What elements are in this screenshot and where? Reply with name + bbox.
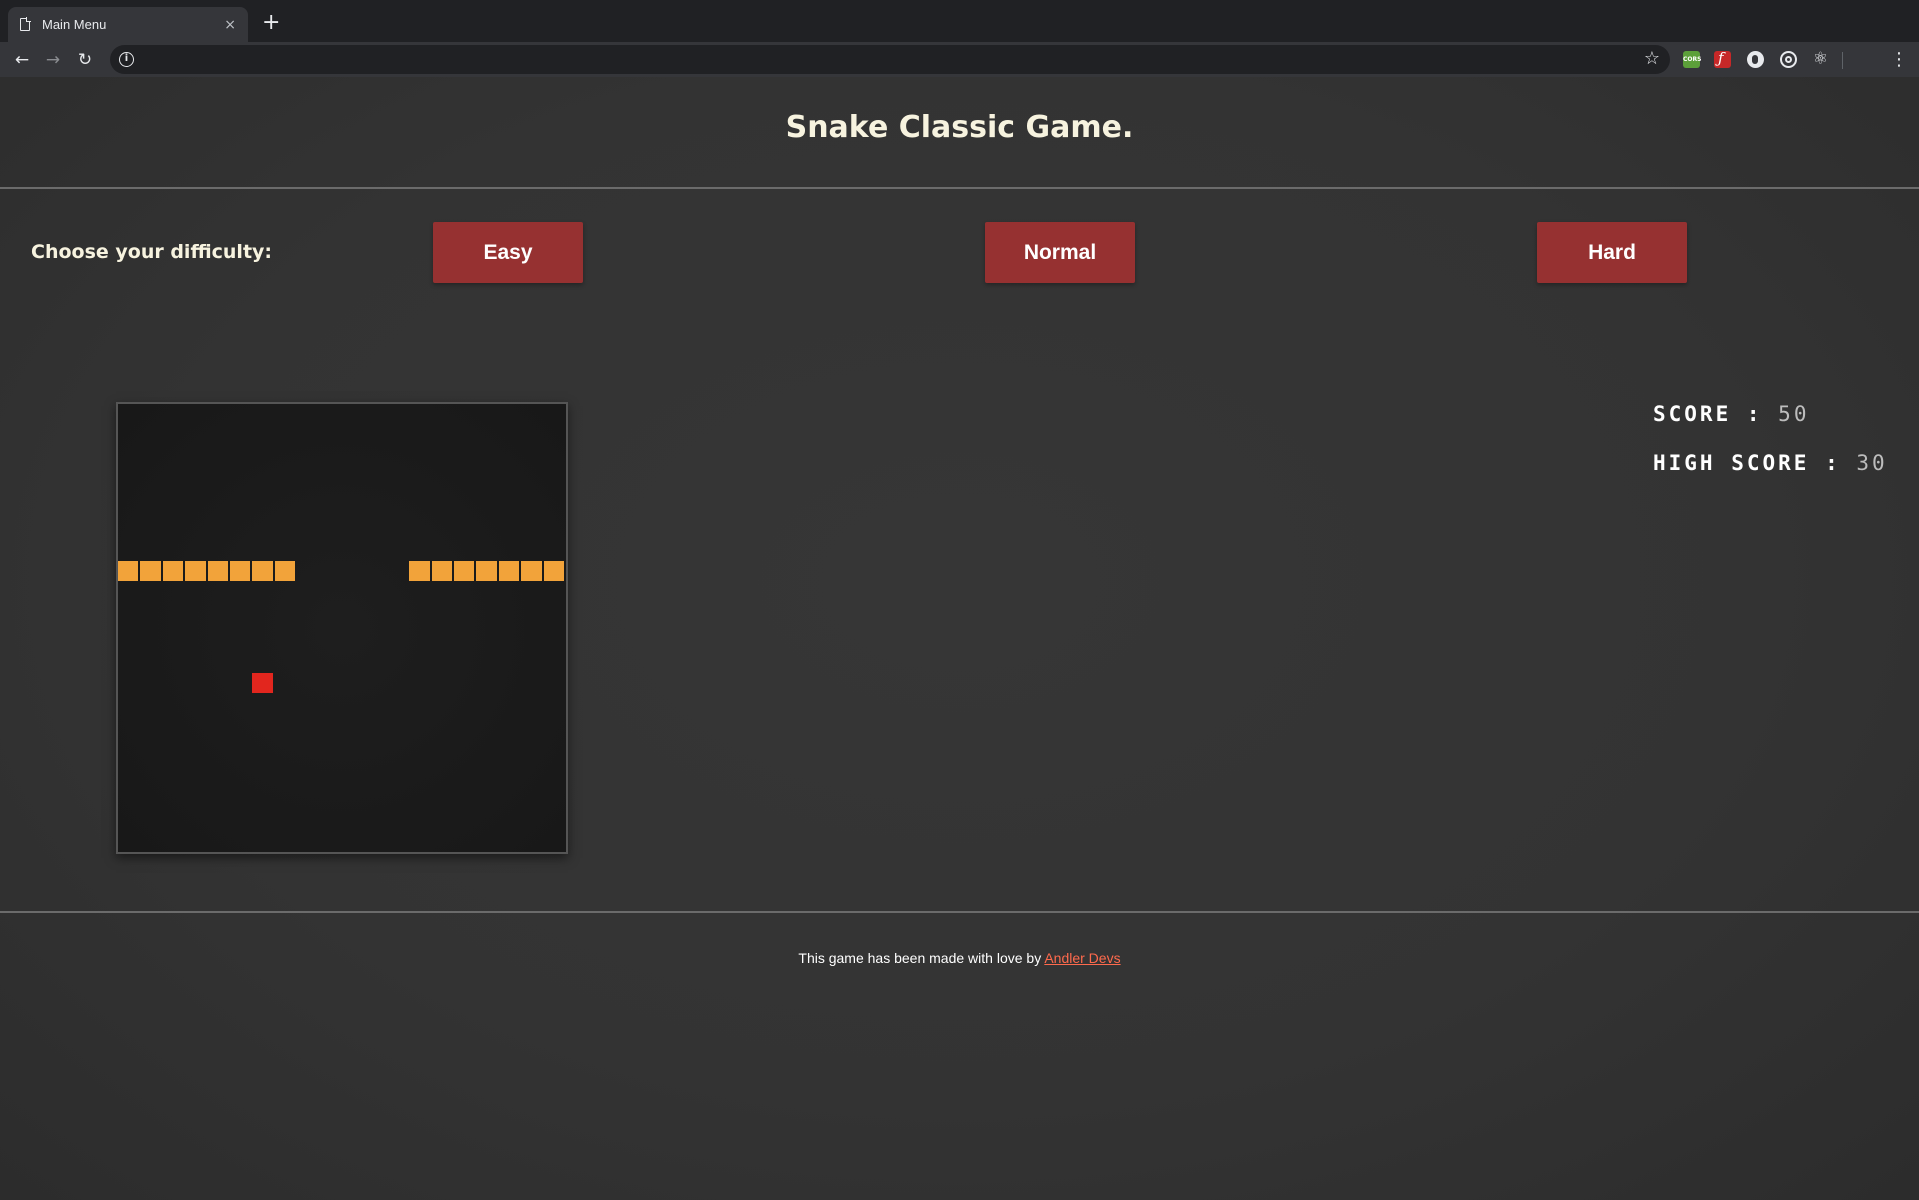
back-icon[interactable]: ← xyxy=(9,47,35,73)
browser-tabstrip: Main Menu × + xyxy=(0,0,1919,42)
snake-segment xyxy=(118,560,139,582)
food-pellet xyxy=(252,672,273,694)
reload-icon[interactable]: ↻ xyxy=(72,47,98,73)
snake-segment xyxy=(543,560,564,582)
footer-text: This game has been made with love by xyxy=(798,950,1042,966)
footer-divider xyxy=(0,911,1919,913)
snake-segment xyxy=(521,560,542,582)
forward-icon[interactable]: → xyxy=(40,47,66,73)
extension-circle-icon[interactable] xyxy=(1747,51,1764,68)
game-board[interactable] xyxy=(116,402,568,854)
bookmark-star-icon[interactable]: ☆ xyxy=(1644,48,1660,69)
site-info-icon[interactable]: i xyxy=(119,52,134,67)
toolbar-separator xyxy=(1842,52,1843,69)
page-title: Snake Classic Game. xyxy=(785,110,1134,145)
high-score-value: 30 xyxy=(1856,451,1888,475)
document-icon xyxy=(20,17,31,31)
snake-segment xyxy=(431,560,452,582)
snake-segment xyxy=(498,560,520,582)
snake-segment xyxy=(140,560,161,582)
snake-segment xyxy=(207,560,228,582)
snake-segment xyxy=(162,560,184,582)
flash-extension-icon[interactable] xyxy=(1714,49,1731,68)
snake-segment xyxy=(274,560,296,582)
footer: This game has been made with love by And… xyxy=(0,950,1919,966)
score-panel: SCORE : 50 HIGH SCORE : 30 xyxy=(1653,390,1888,488)
new-tab-icon[interactable]: + xyxy=(262,11,280,35)
react-devtools-icon[interactable]: ⚛ xyxy=(1812,51,1829,68)
normal-button[interactable]: Normal xyxy=(985,222,1135,283)
high-score-label: HIGH SCORE : xyxy=(1653,451,1841,475)
snake-segment xyxy=(185,560,206,582)
score-label: SCORE : xyxy=(1653,402,1763,426)
easy-button[interactable]: Easy xyxy=(433,222,583,283)
address-bar[interactable]: i ☆ xyxy=(110,45,1670,74)
snake-segment xyxy=(230,560,251,582)
snake-segment xyxy=(409,560,430,582)
snake-segment xyxy=(454,560,475,582)
tab-close-icon[interactable]: × xyxy=(224,17,236,33)
hard-button[interactable]: Hard xyxy=(1537,222,1687,283)
browser-tab[interactable]: Main Menu × xyxy=(8,7,248,42)
score-value: 50 xyxy=(1778,402,1810,426)
browser-toolbar: ← → ↻ i ☆ CORS ⚛ ⋮ xyxy=(0,42,1919,77)
tab-title: Main Menu xyxy=(42,17,107,32)
snake-segment xyxy=(476,560,497,582)
page-content: Snake Classic Game. Choose your difficul… xyxy=(0,77,1919,1200)
difficulty-label: Choose your difficulty: xyxy=(31,241,273,263)
cors-extension-icon[interactable]: CORS xyxy=(1683,51,1701,68)
extension-target-icon[interactable] xyxy=(1780,51,1797,68)
score-row: SCORE : 50 xyxy=(1653,390,1888,439)
header-divider xyxy=(0,187,1919,189)
author-link[interactable]: Andler Devs xyxy=(1044,950,1120,966)
snake-segment xyxy=(252,560,273,582)
high-score-row: HIGH SCORE : 30 xyxy=(1653,439,1888,488)
browser-menu-icon[interactable]: ⋮ xyxy=(1890,47,1908,73)
